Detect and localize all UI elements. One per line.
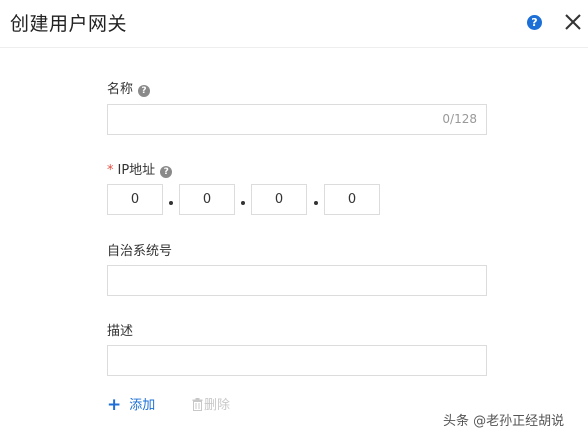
trash-icon — [192, 398, 203, 411]
name-help-icon[interactable]: ? — [138, 85, 151, 97]
ip-separator-dot — [241, 201, 245, 205]
plus-icon: + — [107, 395, 122, 415]
ip-separator-dot — [314, 201, 318, 205]
ip-octet-3-input[interactable]: 0 — [251, 184, 307, 215]
ip-label: * IP地址? — [107, 159, 173, 178]
add-button[interactable]: + 添加 — [107, 394, 155, 415]
required-mark: * — [107, 163, 114, 178]
delete-button-label: 删除 — [204, 398, 231, 413]
description-input[interactable] — [107, 345, 487, 376]
help-icon[interactable]: ? — [527, 15, 542, 30]
ip-octet-2-input[interactable]: 0 — [179, 184, 235, 215]
ip-octet-1-input[interactable]: 0 — [107, 184, 163, 215]
ip-separator-dot — [169, 201, 173, 205]
name-label-text: 名称 — [107, 82, 134, 97]
close-icon[interactable] — [563, 12, 583, 32]
ip-label-text: IP地址 — [117, 163, 156, 178]
name-label: 名称? — [107, 78, 151, 97]
asn-label: 自治系统号 — [107, 244, 173, 259]
ip-help-icon[interactable]: ? — [160, 166, 173, 178]
ip-octet-4-input[interactable]: 0 — [324, 184, 380, 215]
delete-button[interactable]: 删除 — [192, 394, 230, 413]
asn-input[interactable] — [107, 265, 487, 296]
name-char-counter: 0/128 — [442, 112, 477, 126]
name-input[interactable]: 0/128 — [107, 104, 487, 135]
watermark: 头条 @老孙正经胡说 — [443, 414, 565, 429]
add-button-label: 添加 — [129, 398, 156, 413]
dialog-title: 创建用户网关 — [10, 13, 128, 35]
description-label: 描述 — [107, 324, 134, 339]
dialog-header: 创建用户网关 ? — [0, 0, 588, 48]
